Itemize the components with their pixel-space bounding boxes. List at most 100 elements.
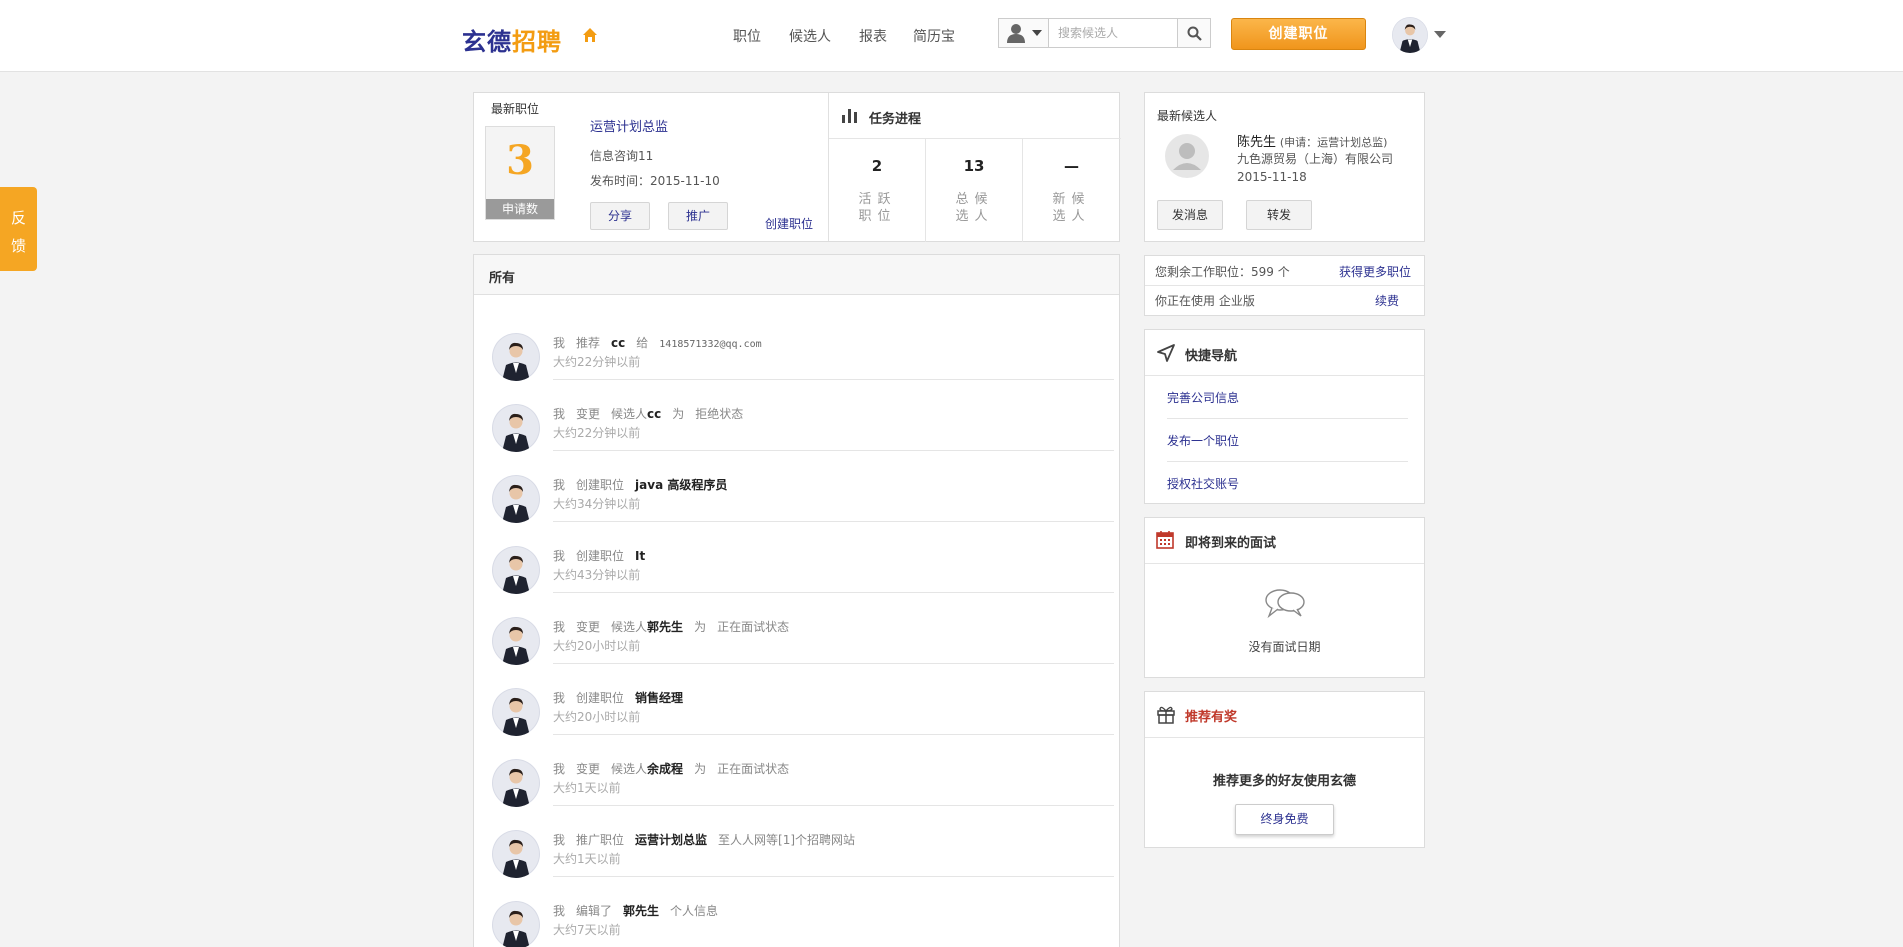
activity-word: 创建职位 [576, 478, 625, 492]
avatar[interactable] [492, 759, 540, 807]
activity-word: 变更 [576, 762, 601, 776]
bar-chart-icon [842, 109, 857, 123]
list-item: 我推广职位 运营计划总监 至人人网等[1]个招聘网站 大约1天以前 [474, 812, 1114, 883]
activity-target[interactable]: 销售经理 [635, 691, 683, 705]
activity-word: 我 [553, 478, 566, 492]
share-button[interactable]: 分享 [590, 202, 650, 230]
stat-total-candidates[interactable]: 13 总候选人 [926, 139, 1023, 242]
activity-word: 为 [694, 620, 707, 634]
avatar[interactable] [492, 475, 540, 523]
candidate-name-line[interactable]: 陈先生 (申请：运营计划总监) [1237, 131, 1387, 150]
list-item: 我创建职位 java 高级程序员 大约34分钟以前 [474, 457, 1114, 528]
remaining-jobs: 您剩余工作职位：599 个 [1155, 265, 1290, 279]
activity-word: 创建职位 [576, 691, 625, 705]
activity-feed-title: 所有 [489, 271, 516, 286]
candidate-company: 九色源贸易（上海）有限公司 [1237, 152, 1394, 166]
activity-target[interactable]: 郭先生 [623, 904, 659, 918]
avatar[interactable] [492, 830, 540, 878]
activity-time: 大约22分钟以前 [553, 426, 641, 440]
activity-word: 我 [553, 407, 566, 421]
activity-feed-header: 所有 [474, 255, 1119, 295]
quick-nav-title: 快捷导航 [1185, 349, 1238, 364]
send-message-button[interactable]: 发消息 [1157, 200, 1223, 230]
application-count-label: 申请数 [486, 199, 554, 219]
feedback-tab[interactable]: 反 馈 [0, 187, 37, 271]
get-more-jobs-link[interactable]: 获得更多职位 [1339, 263, 1411, 280]
stat-new-candidates[interactable]: — 新候选人 [1023, 139, 1120, 242]
lifetime-free-button[interactable]: 终身免费 [1235, 804, 1334, 835]
activity-text: 我创建职位 It [553, 547, 645, 564]
activity-time: 大约43分钟以前 [553, 568, 641, 582]
activity-target[interactable]: 郭先生 [647, 620, 683, 634]
nav-resume-bank[interactable]: 简历宝 [913, 26, 955, 46]
activity-word: 候选人 [611, 762, 648, 776]
nav-reports[interactable]: 报表 [859, 26, 887, 46]
promote-button[interactable]: 推广 [668, 202, 728, 230]
avatar[interactable] [492, 901, 540, 947]
renew-link[interactable]: 续费 [1375, 292, 1399, 309]
avatar[interactable] [492, 617, 540, 665]
activity-word: 我 [553, 904, 566, 918]
activity-word: 至人人网等[1]个招聘网站 [718, 833, 856, 847]
activity-target[interactable]: 运营计划总监 [635, 833, 707, 847]
avatar[interactable] [492, 546, 540, 594]
activity-word: 个人信息 [670, 904, 719, 918]
nav-authorize-social[interactable]: 授权社交账号 [1167, 475, 1239, 492]
candidate-date: 2015-11-18 [1237, 170, 1307, 184]
stat-active-jobs[interactable]: 2 活跃职位 [829, 139, 926, 242]
activity-word: 我 [553, 833, 566, 847]
activity-target[interactable]: cc [611, 336, 625, 350]
avatar[interactable] [492, 688, 540, 736]
activity-word: 为 [694, 762, 707, 776]
upcoming-interviews-card: 即将到来的面试 没有面试日期 [1144, 517, 1425, 678]
create-job-link[interactable]: 创建职位 [765, 215, 813, 232]
activity-time: 大约1天以前 [553, 781, 621, 795]
chevron-down-icon [1032, 30, 1042, 36]
activity-text: 我变更 候选人郭先生为正在面试状态 [553, 618, 789, 635]
user-menu-caret-icon[interactable] [1434, 31, 1446, 38]
default-avatar-icon [1165, 134, 1209, 178]
logo[interactable]: 玄德招聘 [462, 22, 562, 57]
latest-job-title: 最新职位 [491, 102, 540, 116]
avatar[interactable] [492, 333, 540, 381]
nav-jobs[interactable]: 职位 [733, 26, 761, 46]
edition-info: 你正在使用 企业版 [1155, 294, 1255, 308]
activity-target[interactable]: It [635, 549, 645, 563]
activity-time: 大约22分钟以前 [553, 355, 641, 369]
activity-word: 创建职位 [576, 549, 625, 563]
latest-job-link[interactable]: 运营计划总监 [590, 116, 668, 135]
application-count-box[interactable]: 3 申请数 [485, 126, 555, 220]
quick-nav-card: 快捷导航 完善公司信息 发布一个职位 授权社交账号 [1144, 329, 1425, 504]
nav-candidates[interactable]: 候选人 [789, 26, 831, 46]
activity-target[interactable]: 余成程 [647, 762, 683, 776]
upcoming-interviews-title: 即将到来的面试 [1185, 536, 1277, 551]
search-type-dropdown[interactable] [999, 19, 1049, 47]
create-job-button[interactable]: 创建职位 [1231, 18, 1366, 50]
activity-word: 我 [553, 762, 566, 776]
no-interviews-text: 没有面试日期 [1248, 640, 1321, 654]
activity-word: 变更 [576, 620, 601, 634]
latest-candidate-card: 最新候选人 陈先生 (申请：运营计划总监) 九色源贸易（上海）有限公司 2015… [1144, 92, 1425, 242]
activity-text: 我推荐 cc 给 1418571332@qq.com [553, 334, 762, 351]
referral-card: 推荐有奖 推荐更多的好友使用玄德 终身免费 [1144, 691, 1425, 848]
nav-post-job[interactable]: 发布一个职位 [1167, 432, 1239, 449]
home-icon[interactable] [582, 27, 598, 43]
user-avatar[interactable] [1392, 17, 1428, 53]
activity-word: 我 [553, 620, 566, 634]
list-item: 我推荐 cc 给 1418571332@qq.com 大约22分钟以前 [474, 315, 1114, 386]
navigation-arrow-icon [1157, 344, 1175, 362]
activity-text: 我编辑了 郭先生 个人信息 [553, 902, 718, 919]
activity-target[interactable]: cc [647, 407, 661, 421]
forward-button[interactable]: 转发 [1246, 200, 1312, 230]
avatar[interactable] [492, 404, 540, 452]
search-input[interactable] [1050, 19, 1178, 47]
list-item: 我变更 候选人余成程为正在面试状态 大约1天以前 [474, 741, 1114, 812]
user-icon [1007, 24, 1025, 43]
activity-word: 推荐 [576, 336, 601, 350]
search-button[interactable] [1177, 19, 1210, 47]
activity-target[interactable]: java 高级程序员 [635, 478, 727, 492]
top-navbar: 玄德招聘 职位 候选人 报表 简历宝 创建职位 [0, 0, 1903, 72]
gift-icon [1157, 706, 1175, 724]
activity-word: 我 [553, 549, 566, 563]
nav-complete-company-info[interactable]: 完善公司信息 [1167, 389, 1239, 406]
